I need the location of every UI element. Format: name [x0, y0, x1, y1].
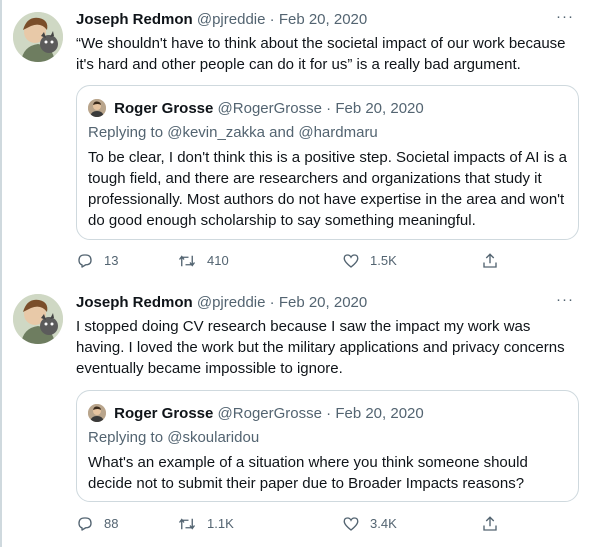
author-handle[interactable]: @pjreddie [197, 11, 266, 28]
separator: · [269, 11, 275, 28]
quote-avatar [88, 99, 106, 117]
replying-mentions: @skoularidou [167, 429, 260, 446]
like-icon [343, 517, 359, 531]
like-count: 1.5K [370, 253, 397, 268]
retweet-button[interactable]: 1.1K [177, 514, 234, 534]
quote-author-handle: @RogerGrosse [217, 100, 322, 117]
separator: · [269, 294, 275, 311]
like-count: 3.4K [370, 516, 397, 531]
quote-tweet[interactable]: Roger Grosse @RogerGrosse · Feb 20, 2020… [76, 85, 579, 240]
tweet-date[interactable]: Feb 20, 2020 [279, 11, 367, 28]
reply-count: 13 [104, 253, 119, 268]
thread-line [0, 0, 2, 282]
author-name[interactable]: Joseph Redmon [76, 294, 193, 311]
like-icon [343, 254, 359, 268]
author-name[interactable]: Joseph Redmon [76, 11, 193, 28]
share-button[interactable] [481, 251, 509, 271]
quote-avatar [88, 404, 106, 422]
replying-label: Replying to [88, 124, 164, 141]
tweet-date[interactable]: Feb 20, 2020 [279, 294, 367, 311]
replying-mentions: @kevin_zakka and @hardmaru [167, 124, 378, 141]
reply-button[interactable]: 13 [76, 251, 118, 271]
tweet-header: Joseph Redmon @pjreddie · Feb 20, 2020 ·… [76, 290, 574, 313]
avatar[interactable] [13, 294, 63, 344]
author-handle[interactable]: @pjreddie [197, 294, 266, 311]
separator: · [326, 405, 332, 422]
tweet-text: I stopped doing CV research because I sa… [76, 318, 565, 377]
retweet-count: 1.1K [207, 516, 234, 531]
quote-text: What's an example of a situation where y… [88, 454, 528, 492]
more-icon[interactable]: ··· [556, 290, 574, 310]
quote-date: Feb 20, 2020 [335, 100, 424, 117]
share-icon [483, 253, 497, 268]
quote-author-name: Roger Grosse [114, 405, 214, 422]
retweet-button[interactable]: 410 [177, 251, 229, 271]
tweet[interactable]: Joseph Redmon @pjreddie · Feb 20, 2020 ·… [0, 0, 594, 282]
retweet-icon [178, 255, 196, 267]
quote-date: Feb 20, 2020 [335, 405, 424, 422]
tweet-header: Joseph Redmon @pjreddie · Feb 20, 2020 ·… [76, 7, 574, 30]
reply-button[interactable]: 88 [76, 514, 118, 534]
retweet-count: 410 [207, 253, 229, 268]
retweet-icon [178, 518, 196, 530]
more-icon[interactable]: ··· [556, 7, 574, 27]
tweet-actions: 13 410 1.5K [76, 251, 506, 271]
reply-count: 88 [104, 516, 119, 531]
quote-author-name: Roger Grosse [114, 100, 214, 117]
quote-header: Roger Grosse @RogerGrosse · Feb 20, 2020 [88, 403, 424, 425]
separator: · [326, 100, 332, 117]
replying-label: Replying to [88, 429, 164, 446]
share-button[interactable] [481, 514, 509, 534]
avatar[interactable] [13, 12, 63, 62]
replying-to: Replying to @kevin_zakka and @hardmaru [88, 123, 378, 143]
tweet-text: “We shouldn't have to think about the so… [76, 35, 566, 73]
like-button[interactable]: 1.5K [342, 251, 397, 271]
quote-header: Roger Grosse @RogerGrosse · Feb 20, 2020 [88, 98, 424, 120]
tweet[interactable]: Joseph Redmon @pjreddie · Feb 20, 2020 ·… [0, 282, 594, 547]
share-icon [483, 516, 497, 531]
quote-tweet[interactable]: Roger Grosse @RogerGrosse · Feb 20, 2020… [76, 390, 579, 502]
replying-to: Replying to @skoularidou [88, 428, 259, 448]
like-button[interactable]: 3.4K [342, 514, 397, 534]
reply-icon [78, 254, 92, 268]
quote-author-handle: @RogerGrosse [217, 405, 322, 422]
tweet-actions: 88 1.1K 3.4K [76, 514, 506, 534]
thread-line [0, 282, 2, 547]
quote-text: To be clear, I don't think this is a pos… [88, 149, 567, 229]
reply-icon [78, 517, 92, 531]
